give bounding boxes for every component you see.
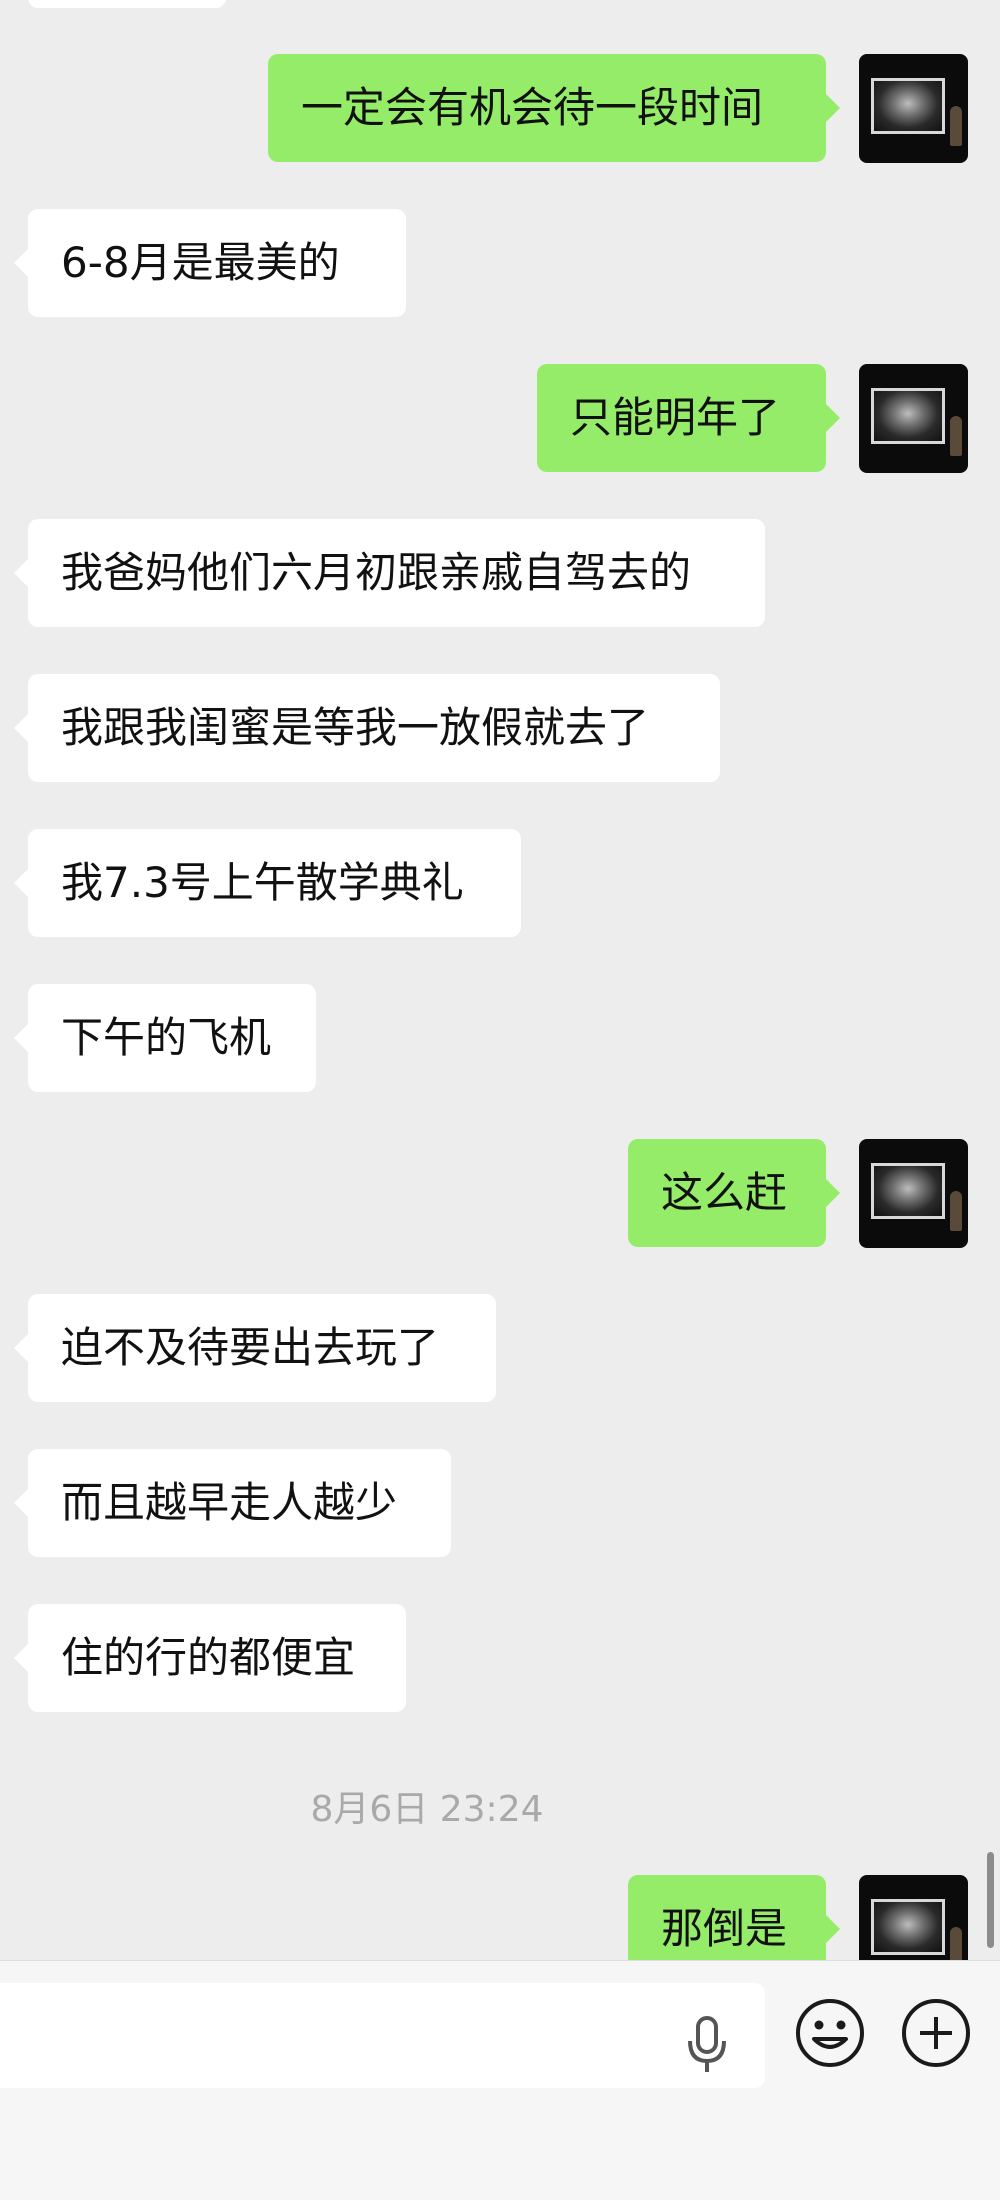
- avatar-figure: [950, 1191, 962, 1231]
- scrollbar[interactable]: [987, 1852, 994, 1948]
- avatar-artwork: [871, 388, 945, 444]
- avatar-figure: [950, 106, 962, 146]
- message-text: 6-8月是最美的: [61, 238, 340, 287]
- message-bubble-incoming[interactable]: 住的行的都便宜: [14, 1604, 406, 1712]
- message-bubble-outgoing[interactable]: 这么赶: [628, 1139, 840, 1247]
- message-text: 我7.3号上午散学典礼: [61, 858, 464, 907]
- plus-circle-icon[interactable]: [900, 1997, 972, 2069]
- message-bubble-incoming[interactable]: 6-8月是最美的: [14, 209, 406, 317]
- avatar-figure: [950, 1927, 962, 1960]
- message-text: 那倒是: [661, 1904, 788, 1953]
- avatar[interactable]: [859, 1875, 968, 1960]
- message-bubble-incoming[interactable]: 我7.3号上午散学典礼: [14, 829, 521, 937]
- message-bubble-outgoing[interactable]: 只能明年了: [537, 364, 840, 472]
- chat-area[interactable]: 一定会有机会待一段时间 6-8月是最美的 只能明年了 我爸妈他们六月初跟亲戚自驾…: [0, 0, 1000, 1960]
- message-text: 一定会有机会待一段时间: [301, 83, 764, 132]
- message-bubble-incoming[interactable]: 我跟我闺蜜是等我一放假就去了: [14, 674, 720, 782]
- message-text: 迫不及待要出去玩了: [61, 1323, 440, 1372]
- message-bubble-incoming[interactable]: 迫不及待要出去玩了: [14, 1294, 496, 1402]
- microphone-icon[interactable]: [682, 2015, 732, 2075]
- message-text: 我爸妈他们六月初跟亲戚自驾去的: [61, 548, 692, 597]
- message-text: 住的行的都便宜: [61, 1633, 356, 1682]
- message-bubble-partial: [28, 0, 226, 8]
- avatar[interactable]: [859, 1139, 968, 1248]
- smiley-icon[interactable]: [794, 1997, 866, 2069]
- avatar-artwork: [871, 1163, 945, 1219]
- avatar[interactable]: [859, 54, 968, 163]
- message-bubble-incoming[interactable]: 我爸妈他们六月初跟亲戚自驾去的: [14, 519, 765, 627]
- avatar-figure: [950, 416, 962, 456]
- message-text: 这么赶: [661, 1168, 788, 1217]
- message-bubble-outgoing[interactable]: 一定会有机会待一段时间: [268, 54, 840, 162]
- message-text: 下午的飞机: [61, 1013, 272, 1062]
- message-bubble-outgoing[interactable]: 那倒是: [628, 1875, 840, 1960]
- message-text: 只能明年了: [570, 393, 781, 442]
- message-input[interactable]: [0, 1983, 765, 2088]
- avatar-artwork: [871, 1899, 945, 1955]
- message-bubble-incoming[interactable]: 下午的飞机: [14, 984, 316, 1092]
- message-text: 而且越早走人越少: [61, 1478, 398, 1527]
- message-timestamp: 8月6日 23:24: [310, 1789, 544, 1830]
- input-toolbar: [0, 1960, 1000, 2200]
- avatar[interactable]: [859, 364, 968, 473]
- message-text: 我跟我闺蜜是等我一放假就去了: [61, 703, 650, 752]
- message-bubble-incoming[interactable]: 而且越早走人越少: [14, 1449, 451, 1557]
- avatar-artwork: [871, 78, 945, 134]
